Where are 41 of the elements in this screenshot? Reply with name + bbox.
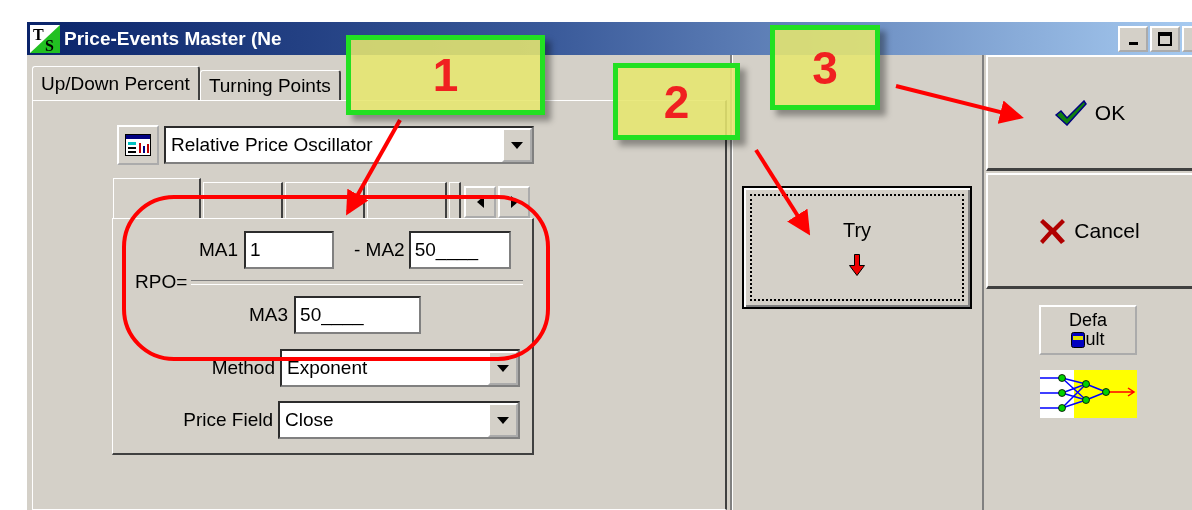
chart-window-icon <box>125 134 151 156</box>
minimize-button[interactable] <box>1118 25 1148 52</box>
dropdown-field[interactable]: Close <box>278 401 520 439</box>
minimize-icon <box>1128 41 1138 45</box>
default-button[interactable]: Defa ult <box>1039 305 1137 355</box>
neural-network-icon <box>1039 370 1137 418</box>
ma3-label: MA3 <box>249 304 289 326</box>
cross-icon <box>1040 216 1067 245</box>
ma2-label: - MA2 <box>354 239 405 261</box>
dropdown-button[interactable] <box>488 403 518 437</box>
method-label: Method <box>210 357 275 379</box>
try-button[interactable]: Try <box>742 186 972 309</box>
dropdown-field[interactable]: Relative Price Oscillator <box>164 126 534 164</box>
maximize-button[interactable] <box>1150 25 1180 52</box>
right-arrow-icon <box>510 196 518 208</box>
left-arrow-icon <box>476 196 484 208</box>
callout-label: 1 <box>346 35 545 115</box>
rpo-label: RPO= <box>135 271 188 293</box>
callout-label: 3 <box>770 25 880 110</box>
dropdown-button[interactable] <box>502 128 532 162</box>
ma2-input[interactable]: 50____ <box>408 231 511 269</box>
chart-window-button[interactable] <box>117 125 159 165</box>
callout-label: 2 <box>613 63 740 140</box>
ma3-input[interactable]: 50____ <box>294 296 422 334</box>
maximize-icon <box>1158 31 1172 46</box>
sub-tab[interactable] <box>113 178 201 218</box>
app-logo-icon: T S <box>30 24 60 53</box>
dropdown-arrow-icon <box>511 141 523 149</box>
ok-button[interactable]: OK <box>986 55 1192 171</box>
tab[interactable]: Turning Points <box>199 70 341 100</box>
checkmark-icon <box>1054 99 1087 126</box>
cancel-button[interactable]: Cancel <box>986 173 1192 289</box>
window-title: Price-Events Master (Ne <box>64 27 283 50</box>
tab[interactable]: Up/Down Percent <box>32 66 200 100</box>
ma1-label: MA1 <box>197 239 238 261</box>
dropdown-arrow-icon <box>497 416 509 424</box>
price-field-label: Price Field <box>182 409 273 431</box>
down-arrow-icon <box>849 254 865 276</box>
ma1-input[interactable]: 1 <box>244 231 334 269</box>
database-icon <box>1071 331 1086 348</box>
dropdown-arrow-icon <box>497 364 509 372</box>
